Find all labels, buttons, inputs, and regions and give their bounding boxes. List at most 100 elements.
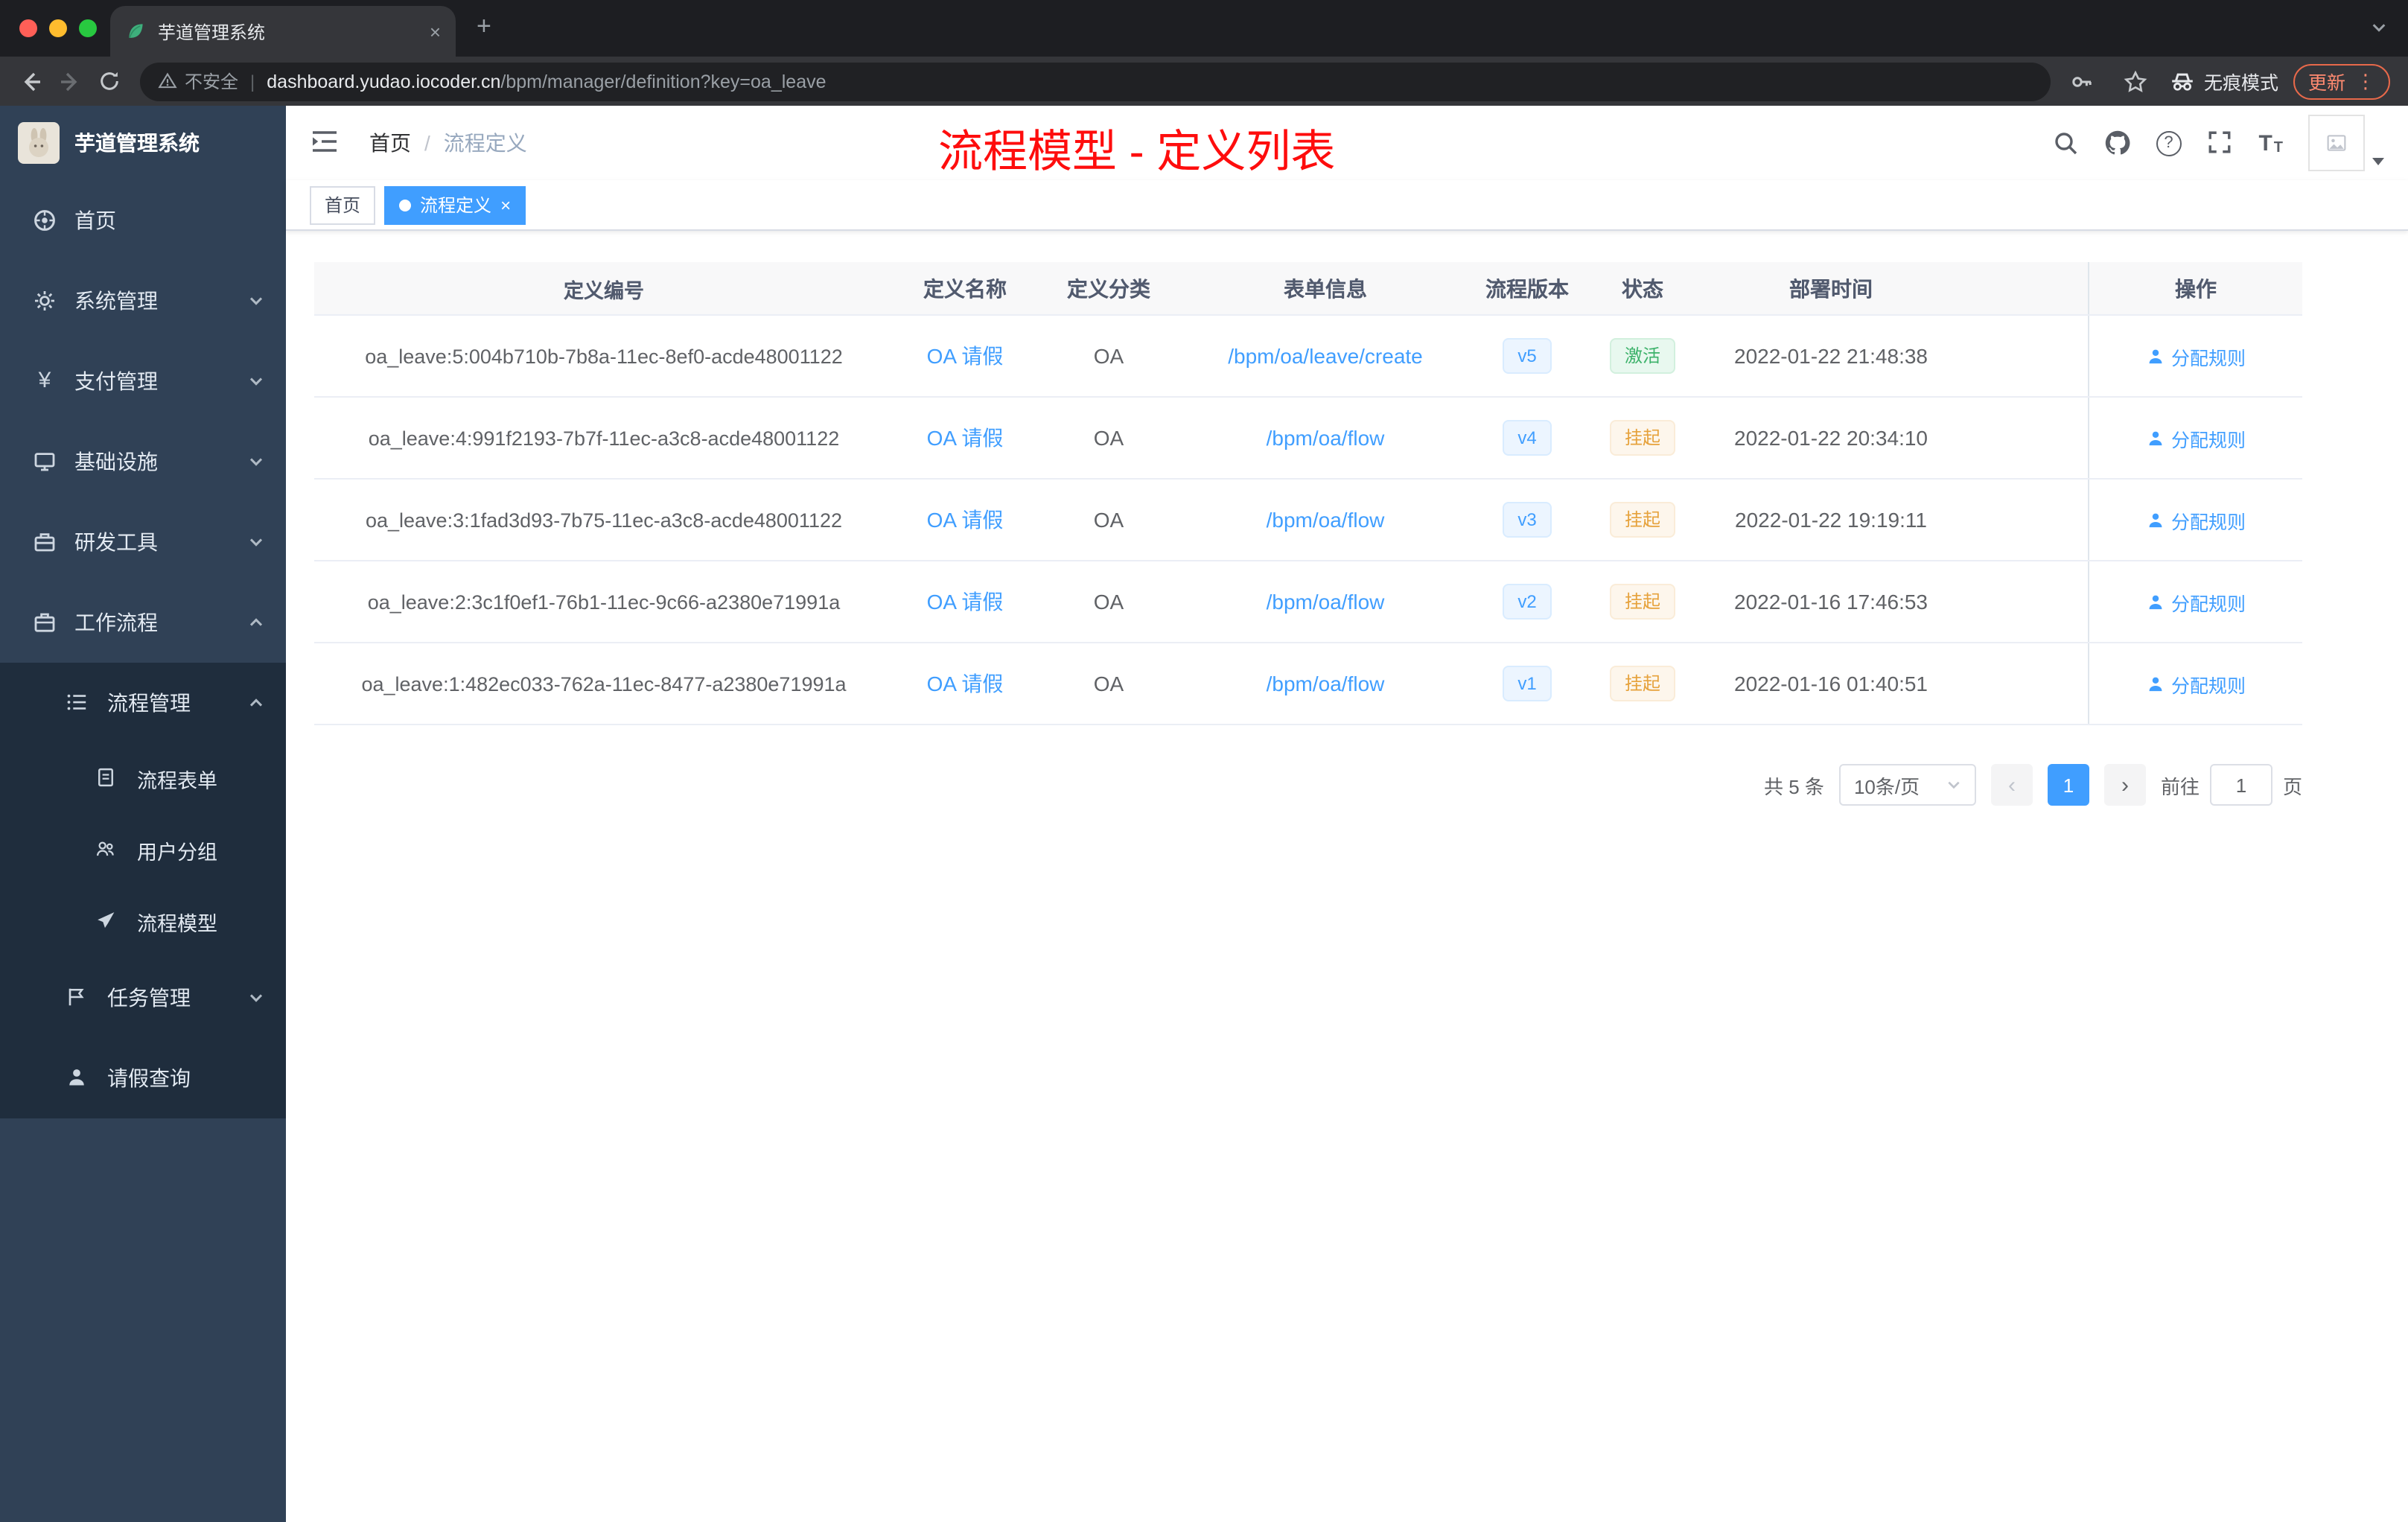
definition-name-link[interactable]: OA 请假 [927, 341, 1004, 371]
browser-tabstrip: 芋道管理系统 × + [0, 0, 2408, 57]
forward-button[interactable] [51, 62, 89, 101]
definition-category: OA [1093, 672, 1124, 695]
url-host: dashboard.yudao.iocoder.cn [267, 71, 501, 92]
new-tab-button[interactable]: + [477, 13, 491, 39]
assign-rule-label: 分配规则 [2170, 430, 2246, 450]
zoom-window-button[interactable] [79, 19, 97, 37]
sidebar-item-label: 研发工具 [74, 530, 158, 554]
update-browser-button[interactable]: 更新 ⋮ [2293, 63, 2390, 99]
column-header: 定义名称 [923, 276, 1007, 300]
sidebar-item-label: 流程表单 [137, 770, 217, 792]
user-menu[interactable] [2308, 115, 2384, 171]
version-tag[interactable]: v3 [1503, 502, 1552, 538]
url-path: /bpm/manager/definition?key=oa_leave [500, 71, 826, 92]
sidebar-item-label: 支付管理 [74, 369, 158, 393]
close-window-button[interactable] [19, 19, 37, 37]
table-row: oa_leave:5:004b710b-7b8a-11ec-8ef0-acde4… [314, 316, 2302, 398]
definition-id: oa_leave:2:3c1f0ef1-76b1-11ec-9c66-a2380… [367, 590, 841, 613]
chevron-down-icon [247, 989, 265, 1007]
users-icon [95, 838, 119, 862]
security-indicator[interactable]: 不安全 [158, 69, 238, 94]
logo-image [18, 122, 60, 164]
sidebar-item-workflow[interactable]: 工作流程 [0, 582, 286, 663]
form-link[interactable]: /bpm/oa/flow [1267, 426, 1385, 450]
sidebar-item-leave-query[interactable]: 请假查询 [0, 1038, 286, 1118]
sidebar-item-user-group[interactable]: 用户分组 [0, 815, 286, 886]
version-tag[interactable]: v2 [1503, 584, 1552, 620]
assign-rule-button[interactable]: 分配规则 [2146, 588, 2246, 616]
address-bar[interactable]: 不安全 | dashboard.yudao.iocoder.cn/bpm/man… [140, 62, 2051, 101]
tag-process-definition[interactable]: 流程定义 × [384, 185, 526, 224]
tag-label: 流程定义 [420, 195, 492, 216]
fullscreen-icon[interactable] [2206, 130, 2233, 156]
github-icon[interactable] [2103, 130, 2130, 156]
sidebar-item-system-mgmt[interactable]: 系统管理 [0, 261, 286, 341]
version-tag[interactable]: v4 [1503, 420, 1552, 456]
definition-name-link[interactable]: OA 请假 [927, 423, 1004, 453]
minimize-window-button[interactable] [49, 19, 67, 37]
column-header: 表单信息 [1284, 276, 1367, 300]
tag-home[interactable]: 首页 [310, 185, 376, 224]
sidebar-item-process-form[interactable]: 流程表单 [0, 743, 286, 815]
sidebar-toggle-icon[interactable] [310, 127, 343, 159]
current-page-button[interactable]: 1 [2047, 764, 2089, 806]
password-key-icon[interactable] [2063, 62, 2101, 101]
definition-category: OA [1093, 590, 1124, 614]
sidebar-item-home[interactable]: 首页 [0, 180, 286, 261]
bookmark-star-icon[interactable] [2116, 62, 2155, 101]
sidebar-item-process-mgmt[interactable]: 流程管理 [0, 663, 286, 743]
deploy-time: 2022-01-16 01:40:51 [1734, 672, 1928, 695]
toolbar-right: 无痕模式 更新 ⋮ [2063, 62, 2396, 101]
assign-rule-button[interactable]: 分配规则 [2146, 342, 2246, 370]
definition-name-link[interactable]: OA 请假 [927, 505, 1004, 535]
tag-close-icon[interactable]: × [500, 196, 511, 214]
tags-view: 首页 流程定义 × [286, 180, 2408, 231]
sidebar-item-task-mgmt[interactable]: 任务管理 [0, 958, 286, 1038]
prev-page-button[interactable]: ‹ [1990, 764, 2033, 806]
document-icon [95, 767, 119, 791]
assign-rule-button[interactable]: 分配规则 [2146, 506, 2246, 534]
tab-search-icon[interactable] [2371, 19, 2387, 36]
breadcrumb: 首页 / 流程定义 [369, 128, 527, 158]
assign-rule-label: 分配规则 [2170, 348, 2246, 369]
app-title: 芋道管理系统 [74, 131, 200, 155]
dashboard-icon [33, 208, 57, 232]
list-icon [66, 691, 89, 715]
status-badge: 挂起 [1609, 584, 1675, 620]
sidebar-item-process-model[interactable]: 流程模型 [0, 886, 286, 958]
page-size-select[interactable]: 10条/页 [1838, 764, 1976, 806]
reload-button[interactable] [89, 62, 128, 101]
form-link[interactable]: /bpm/oa/flow [1267, 590, 1385, 614]
browser-menu-icon[interactable]: ⋮ [2356, 69, 2375, 93]
definition-name-link[interactable]: OA 请假 [927, 669, 1004, 698]
deploy-time: 2022-01-22 19:19:11 [1735, 508, 1927, 532]
sidebar-item-dev-tools[interactable]: 研发工具 [0, 502, 286, 582]
column-header: 定义编号 [564, 279, 644, 302]
help-icon[interactable]: ? [2156, 130, 2182, 156]
search-icon[interactable] [2051, 130, 2078, 156]
goto-page-input[interactable] [2209, 764, 2272, 806]
tab-close-icon[interactable]: × [430, 20, 441, 42]
sidebar-item-payment-mgmt[interactable]: ¥ 支付管理 [0, 341, 286, 421]
back-button[interactable] [12, 62, 51, 101]
version-tag[interactable]: v5 [1503, 338, 1552, 374]
breadcrumb-home[interactable]: 首页 [369, 128, 411, 158]
definition-name-link[interactable]: OA 请假 [927, 587, 1004, 617]
form-link[interactable]: /bpm/oa/flow [1267, 508, 1385, 532]
form-link[interactable]: /bpm/oa/flow [1267, 672, 1385, 695]
assign-rule-button[interactable]: 分配规则 [2146, 669, 2246, 698]
avatar [2308, 115, 2365, 171]
incognito-label: 无痕模式 [2203, 73, 2278, 94]
form-link[interactable]: /bpm/oa/leave/create [1228, 344, 1423, 368]
yen-icon: ¥ [38, 368, 51, 393]
column-header: 定义分类 [1067, 276, 1150, 300]
assign-rule-button[interactable]: 分配规则 [2146, 424, 2246, 452]
row-spacer [1961, 561, 2088, 642]
version-tag[interactable]: v1 [1503, 666, 1552, 701]
column-header: 操作 [2088, 262, 2302, 314]
next-page-button[interactable]: › [2103, 764, 2146, 806]
sidebar-logo[interactable]: 芋道管理系统 [0, 106, 286, 180]
font-size-icon[interactable]: TT [2258, 130, 2283, 156]
sidebar-item-infrastructure[interactable]: 基础设施 [0, 421, 286, 502]
browser-tab[interactable]: 芋道管理系统 × [110, 6, 456, 57]
